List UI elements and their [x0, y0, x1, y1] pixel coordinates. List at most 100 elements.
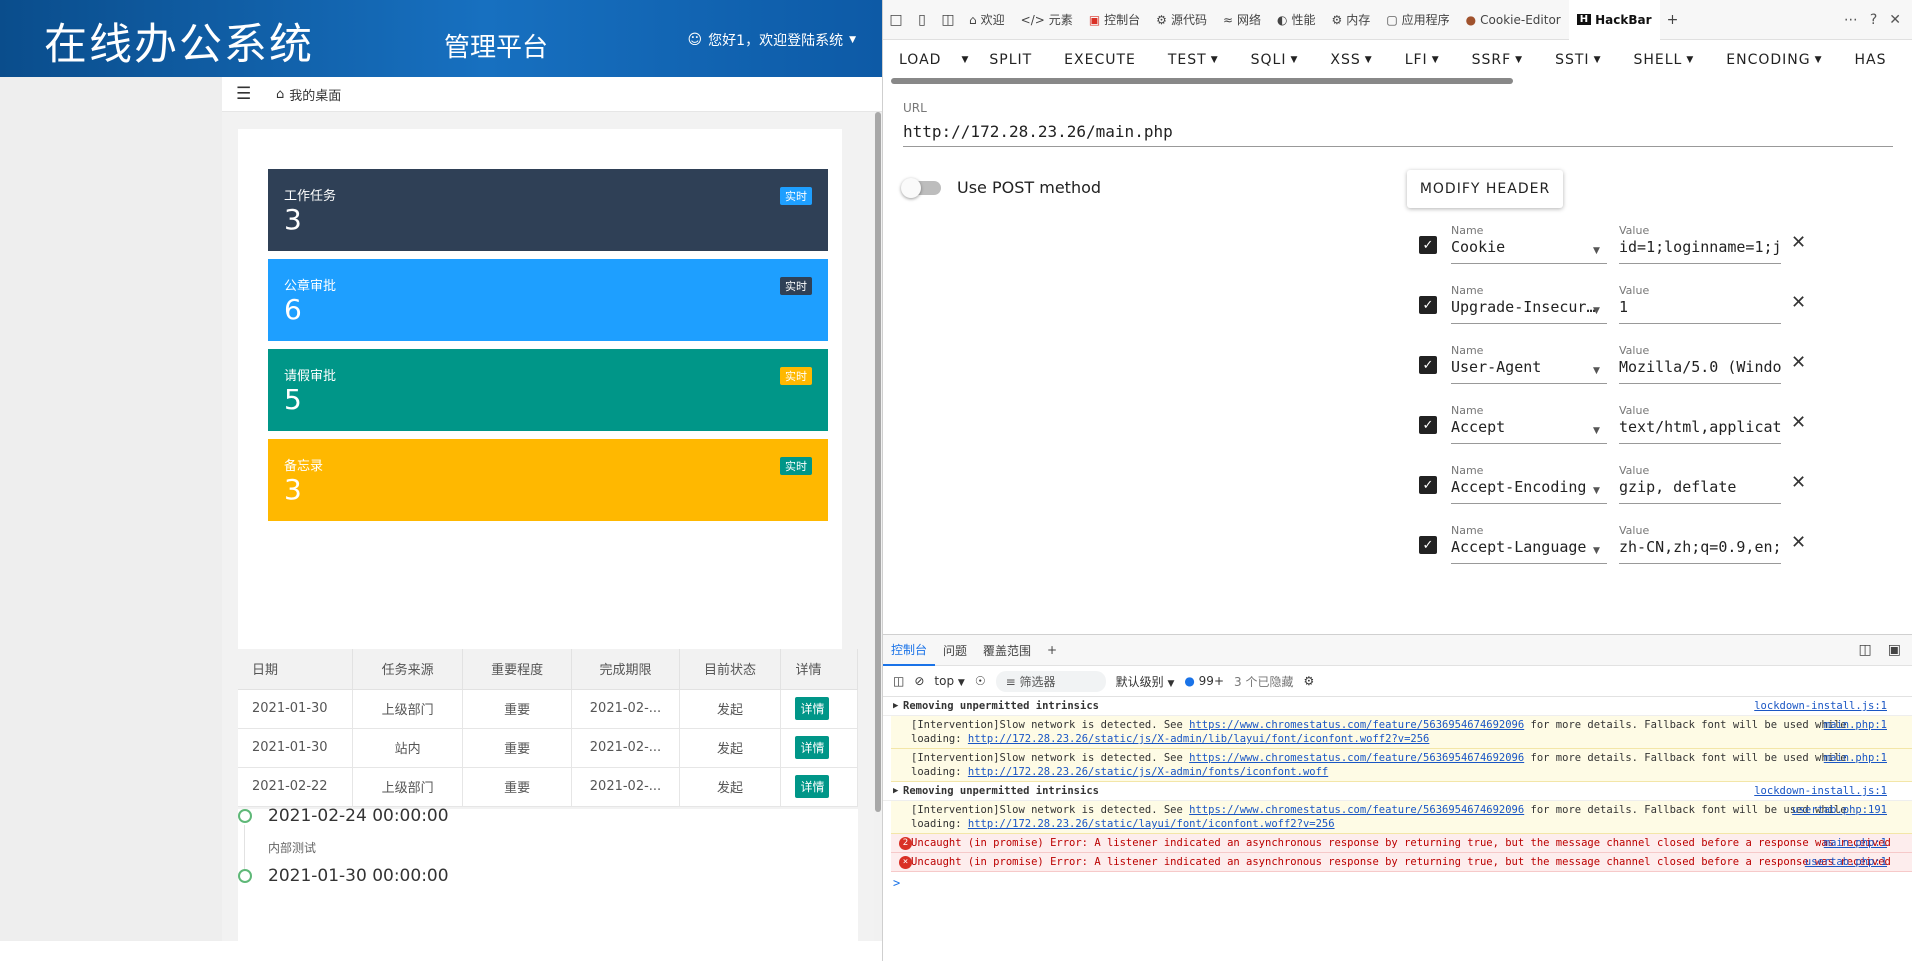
header-enabled-checkbox[interactable]: ✓ — [1419, 296, 1437, 314]
toggle-switch[interactable] — [901, 177, 941, 198]
menu-toggle-icon[interactable]: ☰ — [236, 84, 258, 104]
hackbar-test-menu[interactable]: TEST ▼ — [1152, 52, 1235, 68]
tab-hackbar[interactable]: H HackBar — [1568, 0, 1660, 40]
remove-header-icon[interactable]: ✕ — [1791, 532, 1806, 553]
dock-icon[interactable]: ◫ — [1859, 642, 1872, 658]
expand-triangle-icon[interactable]: ▶ — [893, 699, 898, 713]
hackbar-load-button[interactable]: LOAD — [883, 52, 957, 68]
header-value-input[interactable]: text/html,application — [1619, 418, 1781, 444]
message-source-link[interactable]: usertab.php:191 — [1792, 803, 1887, 817]
user-menu[interactable]: ☺ 您好1，欢迎登陆系统 ▼ — [688, 30, 856, 50]
tab-console[interactable]: 控制台 — [883, 635, 936, 666]
eye-icon[interactable]: ☉ — [975, 674, 986, 688]
log-level-select[interactable]: 默认级别 ▼ — [1116, 673, 1175, 690]
hackbar-lfi-menu[interactable]: LFI ▼ — [1389, 52, 1456, 68]
hackbar-hash-menu[interactable]: HAS — [1839, 52, 1903, 68]
header-enabled-checkbox[interactable]: ✓ — [1419, 416, 1437, 434]
remove-header-icon[interactable]: ✕ — [1791, 412, 1806, 433]
console-error[interactable]: 2 Uncaught (in promise) Error: A listene… — [891, 834, 1912, 853]
hackbar-ssrf-menu[interactable]: SSRF ▼ — [1456, 52, 1539, 68]
stat-card-leave-approval[interactable]: 请假审批 5 实时 — [268, 349, 828, 431]
message-link[interactable]: http://172.28.23.26/static/js/X-admin/fo… — [968, 766, 1328, 778]
tab-application[interactable]: ▢ 应用程序 — [1378, 0, 1457, 40]
message-source-link[interactable]: main.php:1 — [1824, 836, 1887, 850]
content-scrollbar-thumb[interactable] — [875, 112, 881, 812]
device-toolbar-icon[interactable]: ▯ — [909, 0, 935, 40]
detail-button[interactable]: 详情 — [795, 697, 830, 720]
header-value-input[interactable]: gzip, deflate — [1619, 478, 1781, 504]
detail-button[interactable]: 详情 — [795, 736, 830, 759]
message-link[interactable]: https://www.chromestatus.com/feature/563… — [1189, 719, 1524, 731]
console-message[interactable]: ▶ Removing unpermitted intrinsics lockdo… — [883, 782, 1912, 801]
tab-network[interactable]: ≈ 网络 — [1215, 0, 1269, 40]
expand-triangle-icon[interactable]: ▶ — [893, 784, 898, 798]
tab-sources[interactable]: ⚙ 源代码 — [1148, 0, 1215, 40]
url-input[interactable]: http://172.28.23.26/main.php — [903, 120, 1893, 147]
message-count[interactable]: ● 99+ — [1184, 674, 1224, 688]
header-name-select[interactable]: Accept — [1451, 418, 1607, 444]
chevron-down-icon[interactable]: ▼ — [1593, 366, 1600, 376]
inspect-icon[interactable]: □ — [883, 0, 909, 40]
breadcrumb[interactable]: ⌂ 我的桌面 — [276, 85, 341, 104]
tab-cookie-editor[interactable]: ● Cookie-Editor — [1458, 0, 1569, 40]
header-name-select[interactable]: Accept-Encoding — [1451, 478, 1607, 504]
header-name-select[interactable]: Upgrade-Insecur… — [1451, 298, 1607, 324]
hackbar-load-dropdown[interactable]: ▼ — [957, 55, 973, 65]
hackbar-xss-menu[interactable]: XSS ▼ — [1314, 52, 1388, 68]
message-link[interactable]: https://www.chromestatus.com/feature/563… — [1189, 804, 1524, 816]
remove-header-icon[interactable]: ✕ — [1791, 472, 1806, 493]
close-drawer-icon[interactable]: ▣ — [1888, 642, 1901, 658]
console-error[interactable]: × Uncaught (in promise) Error: A listene… — [891, 853, 1912, 872]
hackbar-ssti-menu[interactable]: SSTI ▼ — [1539, 52, 1617, 68]
message-source-link[interactable]: lockdown-install.js:1 — [1754, 699, 1887, 713]
console-warning[interactable]: [Intervention]Slow network is detected. … — [891, 749, 1912, 782]
hackbar-execute-button[interactable]: EXECUTE — [1048, 52, 1152, 68]
chevron-down-icon[interactable]: ▼ — [1593, 486, 1600, 496]
help-icon[interactable]: ? — [1870, 12, 1877, 28]
chevron-down-icon[interactable]: ▼ — [1593, 426, 1600, 436]
chevron-down-icon[interactable]: ▼ — [1593, 246, 1600, 256]
header-value-input[interactable]: zh-CN,zh;q=0.9,en;q= — [1619, 538, 1781, 564]
message-link[interactable]: http://172.28.23.26/static/layui/font/ic… — [968, 818, 1335, 830]
close-icon[interactable]: ✕ — [1889, 12, 1901, 28]
tab-welcome[interactable]: ⌂ 欢迎 — [961, 0, 1013, 40]
console-message[interactable]: ▶ Removing unpermitted intrinsics lockdo… — [883, 697, 1912, 716]
app-logo[interactable]: 在线办公系统 — [44, 10, 314, 72]
sidebar-toggle-icon[interactable]: ◫ — [893, 674, 904, 688]
chevron-down-icon[interactable]: ▼ — [1593, 546, 1600, 556]
post-method-toggle[interactable]: Use POST method — [901, 177, 1101, 198]
header-name-select[interactable]: Cookie — [1451, 238, 1607, 264]
add-tab-icon[interactable]: + — [1660, 0, 1686, 40]
modify-header-button[interactable]: MODIFY HEADER — [1407, 170, 1563, 208]
tab-coverage[interactable]: 覆盖范围 — [975, 635, 1039, 666]
header-value-input[interactable]: Mozilla/5.0 (Windows — [1619, 358, 1781, 384]
remove-header-icon[interactable]: ✕ — [1791, 292, 1806, 313]
hackbar-menu-scrollbar[interactable] — [891, 78, 1513, 84]
message-source-link[interactable]: usertab.php:1 — [1805, 855, 1887, 869]
header-name-select[interactable]: Accept-Language — [1451, 538, 1607, 564]
chevron-down-icon[interactable]: ▼ — [1593, 306, 1600, 316]
header-name-select[interactable]: User-Agent — [1451, 358, 1607, 384]
tab-console[interactable]: ▣ 控制台 — [1081, 0, 1148, 40]
console-prompt[interactable]: > — [883, 872, 1912, 894]
add-tab-icon[interactable]: + — [1039, 635, 1065, 666]
context-select[interactable]: top ▼ — [934, 674, 964, 688]
header-enabled-checkbox[interactable]: ✓ — [1419, 356, 1437, 374]
hackbar-encoding-menu[interactable]: ENCODING ▼ — [1710, 52, 1838, 68]
tab-memory[interactable]: ⚙ 内存 — [1324, 0, 1379, 40]
tab-issues[interactable]: 问题 — [935, 635, 975, 666]
console-warning[interactable]: [Intervention]Slow network is detected. … — [891, 716, 1912, 749]
hackbar-split-button[interactable]: SPLIT — [973, 52, 1048, 68]
gear-icon[interactable]: ⚙ — [1303, 674, 1314, 688]
stat-card-memo[interactable]: 备忘录 3 实时 — [268, 439, 828, 521]
message-source-link[interactable]: main.php:1 — [1824, 751, 1887, 765]
hackbar-shell-menu[interactable]: SHELL ▼ — [1617, 52, 1710, 68]
sidebar-toggle-icon[interactable]: ◫ — [935, 0, 961, 40]
header-enabled-checkbox[interactable]: ✓ — [1419, 476, 1437, 494]
tab-performance[interactable]: ◐ 性能 — [1269, 0, 1324, 40]
header-value-input[interactable]: id=1;loginname=1;jue — [1619, 238, 1781, 264]
detail-button[interactable]: 详情 — [795, 775, 830, 798]
message-source-link[interactable]: lockdown-install.js:1 — [1754, 784, 1887, 798]
message-source-link[interactable]: main.php:1 — [1824, 718, 1887, 732]
stat-card-seal-approval[interactable]: 公章审批 6 实时 — [268, 259, 828, 341]
